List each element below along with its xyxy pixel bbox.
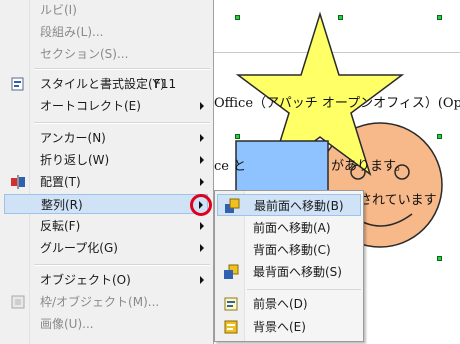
submenu-item-label: 前面へ移動(A) xyxy=(253,221,331,235)
menu-item-image[interactable]: 画像(U)... xyxy=(4,314,208,334)
callout-circle xyxy=(190,194,212,216)
menu-item-label: 反転(F) xyxy=(40,219,81,233)
document-text-line: Office（アパッチ オープンオフィス）(Op xyxy=(214,96,460,111)
menu-item-flip[interactable]: 反転(F) xyxy=(4,216,208,236)
menu-item-styles-formatting[interactable]: スタイルと書式設定(Y) F11 xyxy=(4,74,208,94)
selection-handle[interactable] xyxy=(338,15,343,20)
menu-separator xyxy=(34,68,210,70)
frame-icon xyxy=(11,295,25,309)
menu-item-label: 整列(R) xyxy=(41,198,83,212)
bring-to-front-icon xyxy=(225,198,240,213)
styles-icon xyxy=(11,77,24,91)
menu-item-label: 段組み(L)... xyxy=(40,25,104,39)
menu-item-frame-object[interactable]: 枠/オブジェクト(M)... xyxy=(4,292,208,312)
selection-handle[interactable] xyxy=(437,134,442,139)
submenu-item-send-to-back[interactable]: 最背面へ移動(S) xyxy=(217,261,361,283)
submenu-item-send-backward[interactable]: 背面へ移動(C) xyxy=(217,239,361,261)
menu-separator xyxy=(34,264,210,266)
submenu-item-label: 最背面へ移動(S) xyxy=(253,265,342,279)
menu-item-anchor[interactable]: アンカー(N) xyxy=(4,128,208,148)
menu-item-label: スタイルと書式設定(Y) xyxy=(40,77,165,91)
submenu-item-bring-forward[interactable]: 前面へ移動(A) xyxy=(217,217,361,239)
submenu-arrow-icon xyxy=(200,178,204,186)
menu-item-object[interactable]: オブジェクト(O) xyxy=(4,270,208,290)
menu-item-label: オブジェクト(O) xyxy=(40,273,131,287)
selection-handle[interactable] xyxy=(437,15,442,20)
foreground-icon xyxy=(224,297,238,311)
submenu-item-background[interactable]: 背景へ(E) xyxy=(217,316,361,338)
submenu-arrow-icon xyxy=(200,134,204,142)
menu-item-autocorrect[interactable]: オートコレクト(E) xyxy=(4,96,208,116)
menu-separator xyxy=(34,122,210,124)
document-text-line: があります。 xyxy=(331,159,408,174)
arrange-submenu: 最前面へ移動(B) 前面へ移動(A) 背面へ移動(C) 最背面へ移動(S) 前景… xyxy=(214,190,364,342)
context-menu: ルビ(I) 段組み(L)... セクション(S)... スタイルと書式設定(Y)… xyxy=(0,0,214,344)
submenu-arrow-icon xyxy=(200,222,204,230)
submenu-item-bring-to-front[interactable]: 最前面へ移動(B) xyxy=(217,194,361,216)
menu-item-ruby[interactable]: ルビ(I) xyxy=(4,0,208,20)
selection-handle[interactable] xyxy=(437,256,442,261)
submenu-arrow-icon xyxy=(200,102,204,110)
submenu-item-label: 背景へ(E) xyxy=(253,320,306,334)
menu-item-label: セクション(S)... xyxy=(40,47,129,61)
send-to-back-icon xyxy=(224,264,239,279)
document-text-line: ce と xyxy=(214,159,247,174)
menu-item-group[interactable]: グループ化(G) xyxy=(4,238,208,258)
menu-item-label: ルビ(I) xyxy=(40,3,77,17)
menu-item-label: アンカー(N) xyxy=(40,131,106,145)
menu-item-columns[interactable]: 段組み(L)... xyxy=(4,22,208,42)
submenu-item-foreground[interactable]: 前景へ(D) xyxy=(217,293,361,315)
menu-item-label: グループ化(G) xyxy=(40,241,118,255)
menu-item-arrange[interactable]: 整列(R) xyxy=(4,194,208,214)
submenu-arrow-icon xyxy=(200,244,204,252)
menu-item-sections[interactable]: セクション(S)... xyxy=(4,44,208,64)
menu-item-align[interactable]: 配置(T) xyxy=(4,172,208,192)
submenu-item-label: 前景へ(D) xyxy=(253,297,308,311)
menu-item-shortcut: F11 xyxy=(154,77,177,91)
submenu-arrow-icon xyxy=(200,156,204,164)
submenu-item-label: 背面へ移動(C) xyxy=(253,243,331,257)
submenu-item-label: 最前面へ移動(B) xyxy=(254,199,344,213)
menu-item-label: オートコレクト(E) xyxy=(40,99,141,113)
background-icon xyxy=(224,320,238,334)
menu-item-label: 枠/オブジェクト(M)... xyxy=(40,295,160,309)
align-icon xyxy=(11,175,25,189)
menu-item-wrap[interactable]: 折り返し(W) xyxy=(4,150,208,170)
menu-item-label: 画像(U)... xyxy=(40,317,94,331)
menu-item-label: 折り返し(W) xyxy=(40,153,110,167)
submenu-separator xyxy=(247,289,361,290)
submenu-arrow-icon xyxy=(200,276,204,284)
menu-item-label: 配置(T) xyxy=(40,175,81,189)
selection-handle[interactable] xyxy=(235,134,240,139)
selection-handle[interactable] xyxy=(235,15,240,20)
